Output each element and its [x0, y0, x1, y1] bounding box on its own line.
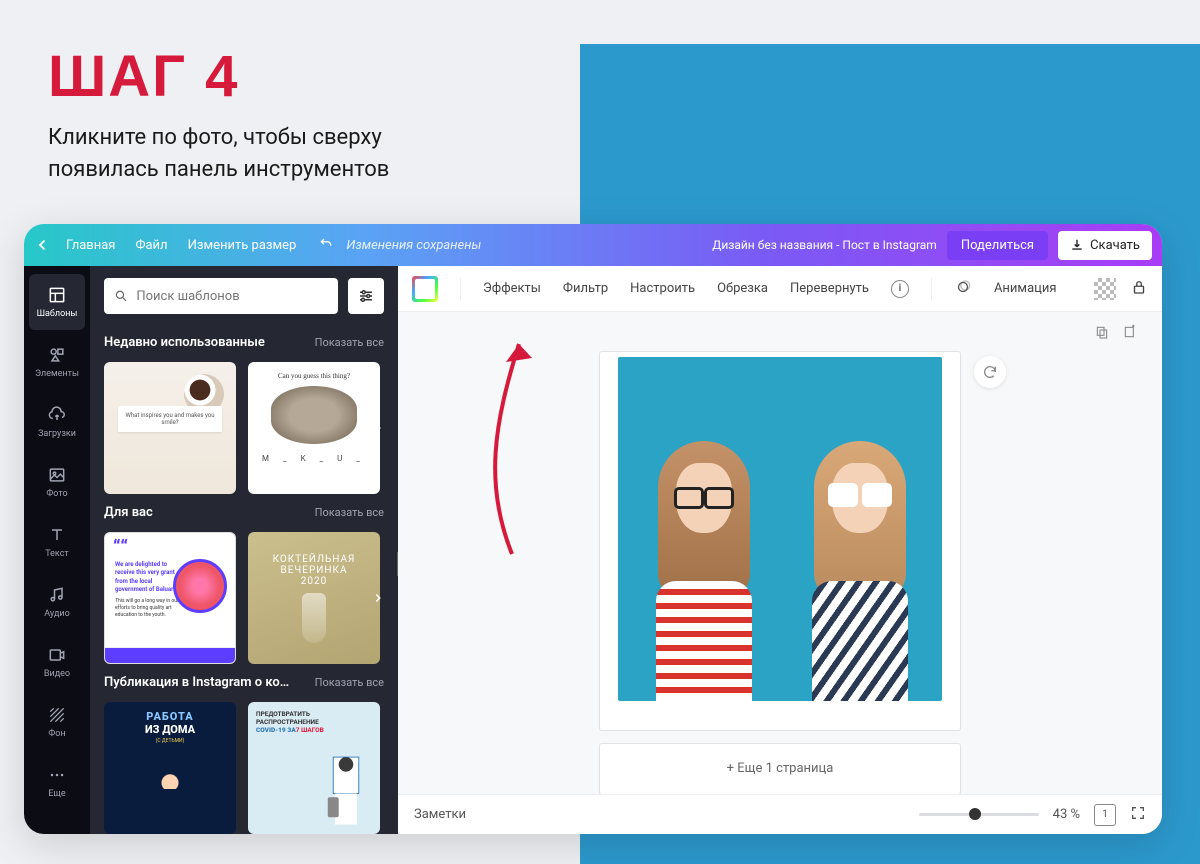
undo-icon[interactable] — [318, 235, 334, 255]
side-rail: Шаблоны Элементы Загрузки Фото Текст Ауд… — [24, 266, 90, 834]
tutorial-step-header: ШАГ 4 Кликните по фото, чтобы сверху поя… — [48, 48, 389, 186]
flip-button[interactable]: Перевернуть — [790, 281, 869, 296]
section-foryou-title: Для вас — [104, 505, 153, 520]
crop-button[interactable]: Обрезка — [717, 281, 768, 296]
top-bar: Главная Файл Изменить размер Изменения с… — [24, 224, 1162, 266]
section-instagram-title: Публикация в Instagram о ко… — [104, 675, 289, 690]
add-page-button[interactable]: + Еще 1 страница — [600, 744, 960, 794]
adjust-button[interactable]: Настроить — [630, 281, 695, 296]
filter-button[interactable]: Фильтр — [563, 281, 608, 296]
fullscreen-icon[interactable] — [1130, 805, 1146, 825]
section-foryou-showall[interactable]: Показать все — [315, 506, 384, 519]
rail-elements[interactable]: Элементы — [29, 334, 85, 390]
rail-background[interactable]: Фон — [29, 694, 85, 750]
save-status: Изменения сохранены — [346, 238, 481, 253]
template-thumb[interactable]: Can you guess this thing? M _ K _ U _ — [248, 362, 380, 494]
back-icon[interactable] — [34, 236, 52, 254]
document-name[interactable]: Дизайн без названия - Пост в Instagram — [712, 238, 937, 252]
editor-app: Главная Файл Изменить размер Изменения с… — [24, 224, 1162, 834]
effects-button[interactable]: Эффекты — [483, 281, 541, 296]
rail-audio[interactable]: Аудио — [29, 574, 85, 630]
search-input-wrapper[interactable] — [104, 278, 338, 314]
zoom-value: 43 % — [1053, 807, 1080, 822]
search-input[interactable] — [136, 289, 328, 304]
canvas-wrap: Эффекты Фильтр Настроить Обрезка Перевер… — [398, 266, 1162, 794]
canvas-page[interactable] — [600, 352, 960, 730]
section-recent-showall[interactable]: Показать все — [315, 336, 384, 349]
notes-button[interactable]: Заметки — [414, 807, 466, 822]
rail-text[interactable]: Текст — [29, 514, 85, 570]
rail-video[interactable]: Видео — [29, 634, 85, 690]
duplicate-page-icon[interactable] — [1094, 324, 1110, 344]
zoom-slider[interactable] — [919, 813, 1039, 816]
share-button[interactable]: Поделиться — [947, 231, 1048, 260]
filters-button[interactable] — [348, 278, 384, 314]
step-subtitle: Кликните по фото, чтобы сверху появилась… — [48, 122, 389, 186]
template-thumb[interactable]: ПРЕДОТВРАТИТЬРАСПРОСТРАНЕНИЕCOVID-19 ЗА7… — [248, 702, 380, 834]
templates-panel: Недавно использованные Показать все Can … — [90, 266, 398, 834]
rail-more[interactable]: Еще — [29, 754, 85, 810]
download-button[interactable]: Скачать — [1058, 231, 1152, 260]
menu-home[interactable]: Главная — [66, 238, 115, 253]
page-controls — [1094, 324, 1138, 344]
rail-templates[interactable]: Шаблоны — [29, 274, 85, 330]
lock-icon[interactable] — [1130, 278, 1148, 300]
rail-uploads[interactable]: Загрузки — [29, 394, 85, 450]
menu-file[interactable]: Файл — [135, 238, 167, 253]
template-thumb[interactable] — [104, 362, 236, 494]
rail-photo[interactable]: Фото — [29, 454, 85, 510]
context-toolbar: Эффекты Фильтр Настроить Обрезка Перевер… — [398, 266, 1162, 312]
template-thumb[interactable]: РАБОТА ИЗ ДОМА (С ДЕТЬМИ) — [104, 702, 236, 834]
animation-button[interactable]: Анимация — [994, 281, 1057, 296]
sync-icon[interactable] — [974, 356, 1006, 388]
color-swatch[interactable] — [412, 276, 438, 302]
transparency-icon[interactable] — [1094, 278, 1116, 300]
animation-icon[interactable] — [954, 278, 972, 300]
chevron-right-icon[interactable] — [366, 416, 390, 440]
menu-resize[interactable]: Изменить размер — [188, 238, 297, 253]
section-recent-title: Недавно использованные — [104, 335, 265, 350]
info-icon[interactable]: i — [891, 280, 909, 298]
section-instagram-showall[interactable]: Показать все — [315, 676, 384, 689]
footer-bar: Заметки 43 % 1 — [398, 794, 1162, 834]
selected-photo[interactable] — [618, 357, 942, 701]
chevron-right-icon[interactable] — [366, 586, 390, 610]
template-thumb[interactable]: We are delighted to receive this very gr… — [104, 532, 236, 664]
add-page-icon[interactable] — [1122, 324, 1138, 344]
template-thumb[interactable]: КОКТЕЙЛЬНАЯВЕЧЕРИНКА2020 — [248, 532, 380, 664]
search-icon — [114, 288, 128, 304]
step-title: ШАГ 4 — [48, 48, 389, 106]
page-indicator[interactable]: 1 — [1094, 804, 1116, 826]
